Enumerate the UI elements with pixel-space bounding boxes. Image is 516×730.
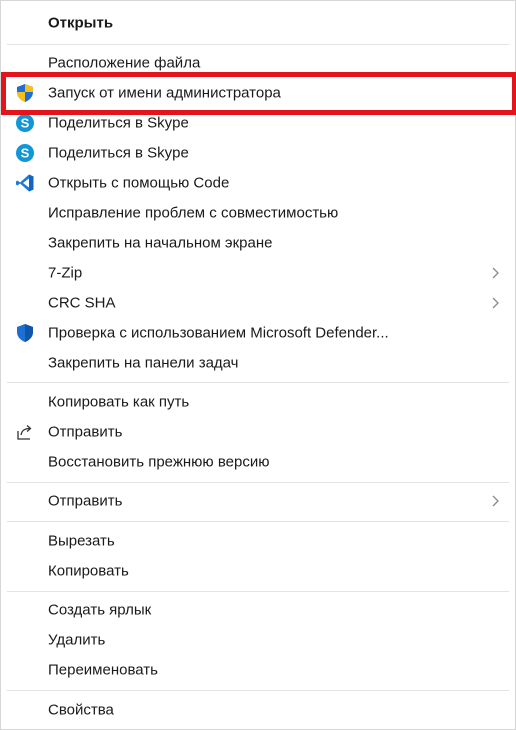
menu-item-crc-sha[interactable]: CRC SHA <box>1 288 515 318</box>
menu-item-share-skype-2[interactable]: S Поделиться в Skype <box>1 138 515 168</box>
menu-item-troubleshoot-compatibility[interactable]: Исправление проблем с совместимостью <box>1 198 515 228</box>
menu-item-share[interactable]: Отправить <box>1 417 515 447</box>
menu-item-pin-start[interactable]: Закрепить на начальном экране <box>1 228 515 258</box>
menu-separator <box>7 591 509 592</box>
svg-text:S: S <box>21 146 30 161</box>
menu-item-label: Создать ярлык <box>48 601 152 619</box>
menu-item-label: Поделиться в Skype <box>48 144 189 162</box>
menu-item-label: Отправить <box>48 492 123 510</box>
chevron-right-icon <box>490 296 500 310</box>
menu-item-send-to[interactable]: Отправить <box>1 486 515 516</box>
menu-item-label: Вырезать <box>48 532 115 550</box>
menu-item-label: 7-Zip <box>48 264 83 282</box>
menu-separator <box>7 482 509 483</box>
menu-item-label: CRC SHA <box>48 294 116 312</box>
menu-item-label: Закрепить на панели задач <box>48 354 239 372</box>
menu-item-label: Копировать <box>48 562 129 580</box>
share-icon <box>14 421 36 443</box>
menu-item-label: Открыть <box>48 14 114 32</box>
menu-item-label: Исправление проблем с совместимостью <box>48 204 339 222</box>
menu-item-create-shortcut[interactable]: Создать ярлык <box>1 595 515 625</box>
menu-item-label: Проверка с использованием Microsoft Defe… <box>48 324 389 342</box>
svg-text:S: S <box>21 116 30 131</box>
menu-item-cut[interactable]: Вырезать <box>1 526 515 556</box>
menu-item-restore-previous[interactable]: Восстановить прежнюю версию <box>1 447 515 477</box>
menu-item-pin-taskbar[interactable]: Закрепить на панели задач <box>1 348 515 378</box>
skype-icon: S <box>14 112 36 134</box>
menu-item-label: Переименовать <box>48 661 158 679</box>
skype-icon: S <box>14 142 36 164</box>
menu-item-7zip[interactable]: 7-Zip <box>1 258 515 288</box>
menu-item-label: Открыть с помощью Code <box>48 174 230 192</box>
menu-item-delete[interactable]: Удалить <box>1 625 515 655</box>
chevron-right-icon <box>490 266 500 280</box>
menu-item-label: Удалить <box>48 631 106 649</box>
vscode-icon <box>14 172 36 194</box>
menu-item-defender-scan[interactable]: Проверка с использованием Microsoft Defe… <box>1 318 515 348</box>
context-menu: Открыть Расположение файла Запуск от име… <box>0 0 516 730</box>
menu-item-rename[interactable]: Переименовать <box>1 655 515 685</box>
menu-item-open-with-code[interactable]: Открыть с помощью Code <box>1 168 515 198</box>
menu-item-copy[interactable]: Копировать <box>1 556 515 586</box>
menu-separator <box>7 690 509 691</box>
menu-item-label: Свойства <box>48 701 114 719</box>
menu-item-copy-as-path[interactable]: Копировать как путь <box>1 387 515 417</box>
menu-item-label: Закрепить на начальном экране <box>48 234 273 252</box>
menu-separator <box>7 521 509 522</box>
menu-item-label: Копировать как путь <box>48 393 190 411</box>
menu-separator <box>7 382 509 383</box>
menu-item-label: Восстановить прежнюю версию <box>48 453 270 471</box>
defender-shield-icon <box>14 322 36 344</box>
menu-item-label: Поделиться в Skype <box>48 114 189 132</box>
menu-item-label: Отправить <box>48 423 123 441</box>
menu-item-label: Расположение файла <box>48 54 201 72</box>
menu-separator <box>7 44 509 45</box>
chevron-right-icon <box>490 494 500 508</box>
menu-item-open[interactable]: Открыть <box>1 8 515 38</box>
menu-item-properties[interactable]: Свойства <box>1 695 515 725</box>
highlight-box <box>1 72 516 115</box>
